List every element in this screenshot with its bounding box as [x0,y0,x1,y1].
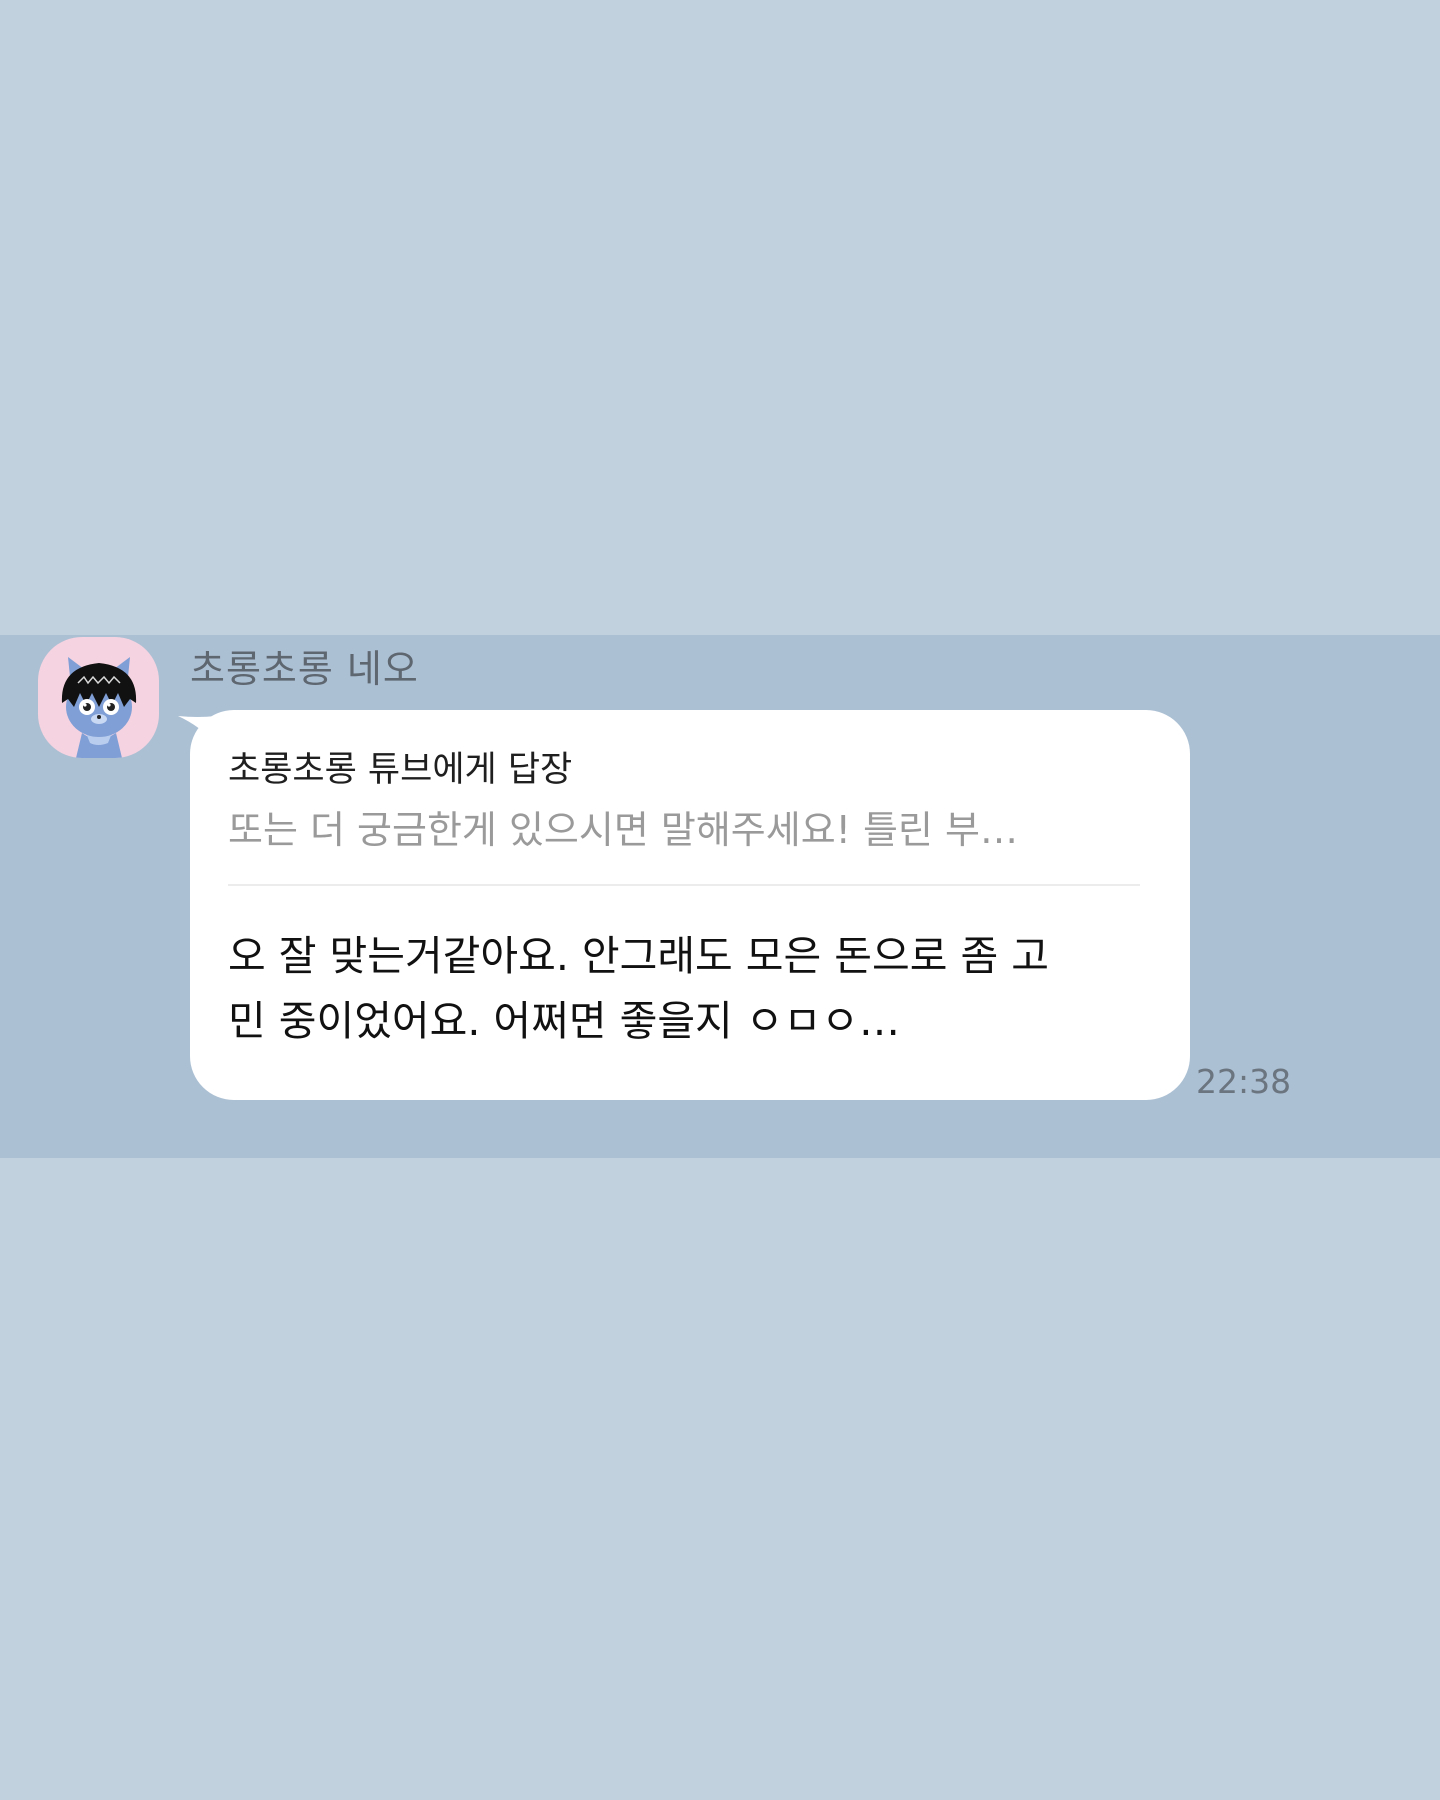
avatar[interactable] [38,637,159,758]
reply-divider [228,884,1140,886]
reply-preview[interactable]: 또는 더 궁금한게 있으시면 말해주세요! 틀린 부… [228,804,1156,856]
reply-title[interactable]: 초롱초롱 튜브에게 답장 [228,748,1156,792]
message-text: 오 잘 맞는거같아요. 안그래도 모은 돈으로 좀 고 민 중이었어요. 어쩌면… [228,932,1049,1045]
bubble-body: 초롱초롱 튜브에게 답장 또는 더 궁금한게 있으시면 말해주세요! 틀린 부…… [190,710,1190,1100]
neo-cat-avatar-icon [61,657,137,758]
message-timestamp: 22:38 [1196,1062,1292,1101]
sender-name: 초롱초롱 네오 [190,647,419,691]
